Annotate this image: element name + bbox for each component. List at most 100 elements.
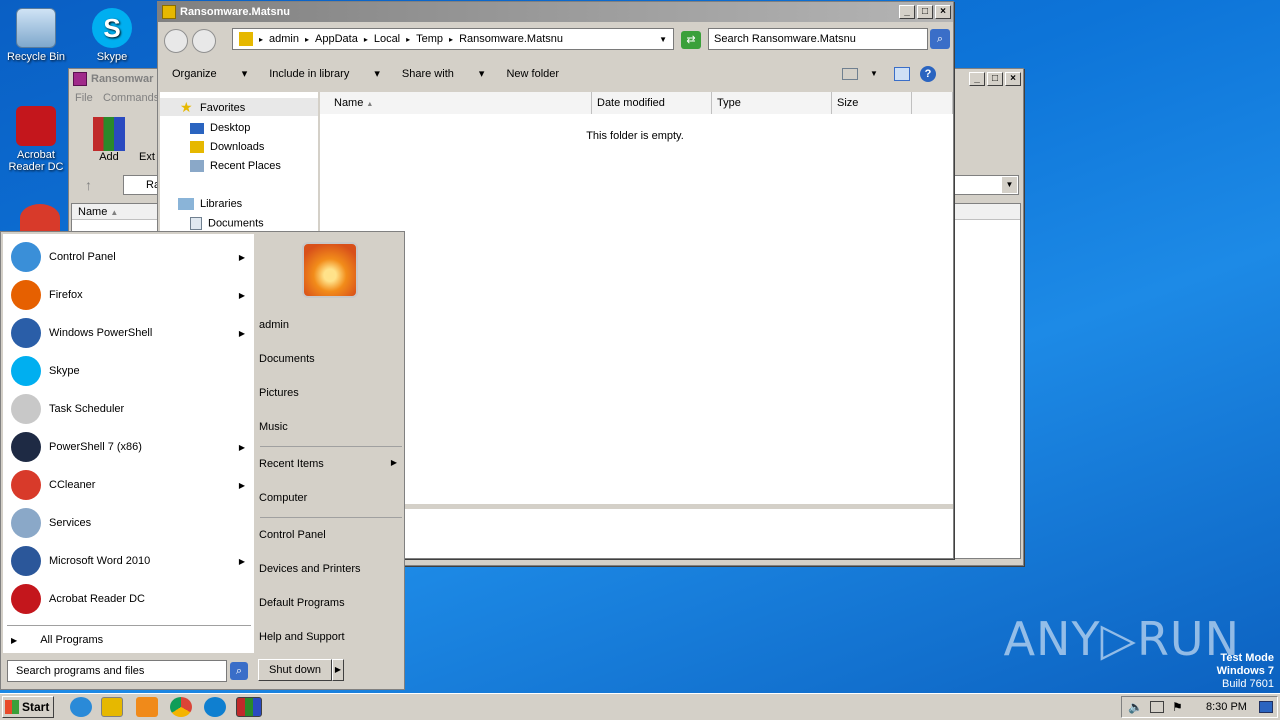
recycle-bin-icon	[16, 8, 56, 48]
anyrun-watermark: ANY▷RUN	[1003, 612, 1240, 666]
nav-desktop[interactable]: Desktop	[190, 122, 250, 134]
network-icon[interactable]	[1150, 701, 1164, 713]
chevron-down-icon[interactable]: ▼	[659, 35, 667, 44]
start-program-item[interactable]: Microsoft Word 2010 ▶	[11, 544, 251, 578]
start-program-item[interactable]: PowerShell 7 (x86) ▶	[11, 430, 251, 464]
preview-pane-icon[interactable]	[894, 67, 910, 81]
minimize-button[interactable]: _	[899, 5, 915, 19]
start-program-label: PowerShell 7 (x86)	[49, 441, 142, 453]
winrar-extract-button[interactable]: Ext	[139, 151, 155, 163]
all-programs-button[interactable]: ▶ All Programs	[11, 634, 249, 650]
chevron-down-icon[interactable]: ▼	[870, 69, 878, 78]
start-program-item[interactable]: Acrobat Reader DC	[11, 582, 251, 616]
close-button[interactable]: ×	[935, 5, 951, 19]
chrome-icon[interactable]	[170, 697, 192, 717]
breadcrumb-local[interactable]: Local	[374, 33, 400, 45]
search-icon[interactable]: ⌕	[930, 29, 950, 49]
start-help-support[interactable]: Help and Support	[259, 631, 345, 643]
media-player-icon[interactable]	[136, 697, 158, 717]
start-program-item[interactable]: Firefox ▶	[11, 278, 251, 312]
winrar-taskbar-icon[interactable]	[236, 697, 262, 717]
desktop-icon-ccleaner-partial[interactable]	[20, 204, 60, 232]
desktop-icon-skype[interactable]: S Skype	[76, 8, 148, 63]
view-options-icon[interactable]	[842, 68, 858, 80]
breadcrumb-appdata[interactable]: AppData	[315, 33, 358, 45]
back-button[interactable]	[164, 29, 188, 53]
navigation-pane[interactable]: ★ Favorites Desktop Downloads Recent Pla…	[160, 92, 318, 232]
explorer-taskbar-icon[interactable]	[101, 697, 123, 717]
nav-favorites[interactable]: ★ Favorites	[160, 98, 318, 116]
start-program-item[interactable]: Control Panel ▶	[11, 240, 251, 274]
desktop-icon-label: Skype	[96, 51, 128, 63]
share-with-button[interactable]: Share with ▾	[402, 67, 485, 80]
folder-icon	[239, 32, 253, 46]
maximize-button[interactable]: □	[917, 5, 933, 19]
include-in-library-button[interactable]: Include in library ▾	[269, 67, 380, 80]
column-size[interactable]: Size	[832, 92, 912, 114]
file-list[interactable]: Name ▲ Date modified Type Size This fold…	[320, 92, 953, 504]
start-pictures[interactable]: Pictures	[259, 387, 299, 399]
volume-icon[interactable]: 🔈	[1128, 700, 1143, 714]
up-arrow-icon[interactable]: ↑	[85, 177, 92, 193]
start-program-item[interactable]: CCleaner ▶	[11, 468, 251, 502]
column-name[interactable]: Name ▲	[320, 92, 592, 114]
clock-icon	[11, 394, 41, 424]
winrar-menu-commands[interactable]: Commands	[103, 92, 159, 104]
address-bar[interactable]: ▸ admin ▸ AppData ▸ Local ▸ Temp ▸ Ransomwar…	[232, 28, 674, 50]
desktop-icon-acrobat[interactable]: Acrobat Reader DC	[0, 106, 72, 173]
new-folder-button[interactable]: New folder	[506, 68, 559, 80]
shutdown-button[interactable]: Shut down	[258, 659, 332, 681]
nav-libraries[interactable]: Libraries	[178, 198, 242, 211]
start-program-item[interactable]: Task Scheduler	[11, 392, 251, 426]
nav-downloads[interactable]: Downloads	[190, 141, 264, 154]
start-devices-printers[interactable]: Devices and Printers	[259, 563, 361, 575]
start-search-input[interactable]: Search programs and files	[7, 660, 227, 682]
winrar-add-button[interactable]: Add	[91, 117, 127, 163]
shutdown-options-button[interactable]: ▶	[332, 659, 344, 681]
winrar-menu-file[interactable]: File	[75, 92, 93, 104]
start-program-label: Acrobat Reader DC	[49, 593, 145, 605]
winrar-path-field[interactable]: Ra	[123, 175, 160, 195]
column-date-modified[interactable]: Date modified	[592, 92, 712, 114]
start-control-panel[interactable]: Control Panel	[259, 529, 326, 541]
start-documents[interactable]: Documents	[259, 353, 315, 365]
start-music[interactable]: Music	[259, 421, 288, 433]
show-desktop-icon[interactable]	[1259, 701, 1273, 713]
start-program-item[interactable]: Skype	[11, 354, 251, 388]
close-button[interactable]: ×	[1005, 72, 1021, 86]
start-button[interactable]: Start	[2, 696, 54, 718]
start-program-item[interactable]: Services	[11, 506, 251, 540]
clock[interactable]: 8:30 PM	[1206, 701, 1247, 713]
word-icon	[11, 546, 41, 576]
search-input[interactable]: Search Ransomware.Matsnu	[708, 28, 928, 50]
action-center-flag-icon[interactable]: ⚑	[1172, 700, 1183, 714]
forward-button[interactable]	[192, 29, 216, 53]
start-menu[interactable]: Control Panel ▶ Firefox ▶ Windows PowerShell…	[0, 231, 405, 690]
winrar-path-dropdown[interactable]: ▼	[953, 175, 1019, 195]
start-computer[interactable]: Computer	[259, 492, 307, 504]
column-type[interactable]: Type	[712, 92, 832, 114]
nav-documents[interactable]: Documents	[190, 217, 264, 230]
explorer-titlebar[interactable]: Ransomware.Matsnu	[158, 2, 953, 22]
minimize-button[interactable]: _	[969, 72, 985, 86]
user-picture[interactable]	[302, 242, 358, 298]
refresh-icon[interactable]: ⇄	[681, 31, 701, 49]
start-recent-items[interactable]: Recent Items ▶	[259, 458, 397, 470]
search-icon[interactable]: ⌕	[230, 662, 248, 680]
help-icon[interactable]: ?	[920, 66, 936, 82]
ie-icon[interactable]	[70, 697, 92, 717]
breadcrumb-current[interactable]: Ransomware.Matsnu	[459, 33, 563, 45]
start-user-admin[interactable]: admin	[259, 319, 289, 331]
start-default-programs[interactable]: Default Programs	[259, 597, 345, 609]
maximize-button[interactable]: □	[987, 72, 1003, 86]
nav-recent-places[interactable]: Recent Places	[190, 160, 281, 173]
start-program-label: Skype	[49, 365, 80, 377]
desktop-icon-recycle-bin[interactable]: Recycle Bin	[0, 8, 72, 63]
breadcrumb-temp[interactable]: Temp	[416, 33, 443, 45]
breadcrumb-admin[interactable]: admin	[269, 33, 299, 45]
start-program-item[interactable]: Windows PowerShell ▶	[11, 316, 251, 350]
organize-button[interactable]: Organize ▾	[172, 67, 247, 80]
submenu-arrow-icon: ▶	[238, 480, 245, 490]
edge-icon[interactable]	[204, 697, 226, 717]
downloads-icon	[190, 141, 204, 154]
